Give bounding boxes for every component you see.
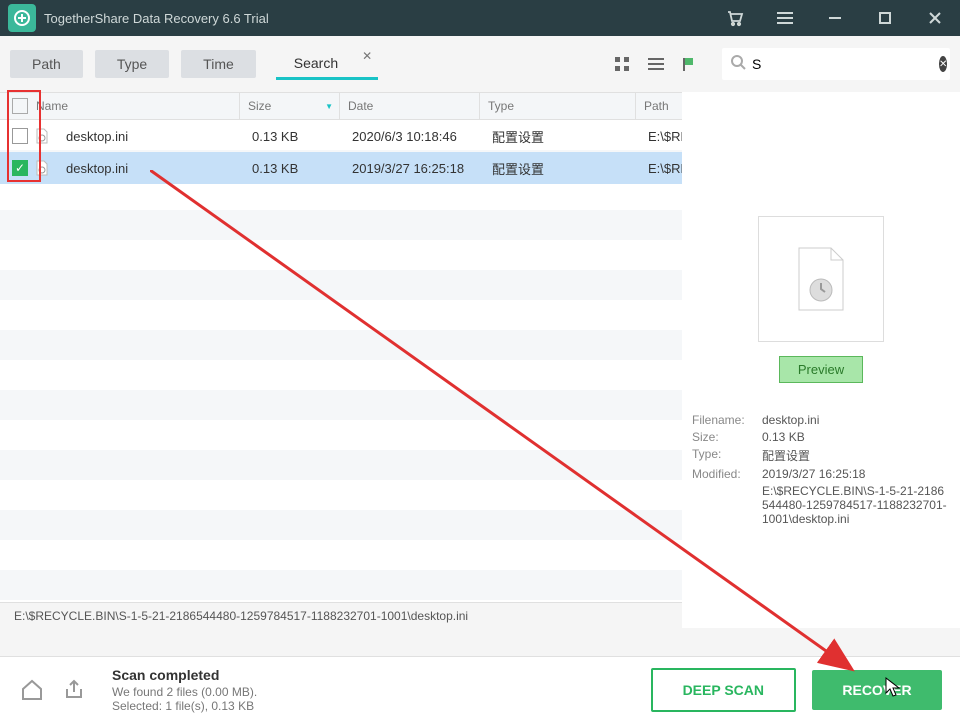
preview-panel: Preview Filename:desktop.ini Size:0.13 K…	[682, 92, 960, 628]
cell-name: desktop.ini	[58, 161, 244, 176]
col-header-type[interactable]: Type	[480, 93, 636, 119]
flag-view-icon[interactable]	[680, 54, 700, 74]
status-line: Selected: 1 file(s), 0.13 KB	[112, 699, 257, 713]
list-view-icon[interactable]	[646, 54, 666, 74]
cart-icon[interactable]	[710, 0, 760, 36]
minimize-icon[interactable]	[810, 0, 860, 36]
close-icon[interactable]	[910, 0, 960, 36]
app-logo	[8, 4, 36, 32]
col-header-name[interactable]: Name	[0, 93, 240, 119]
cell-size: 0.13 KB	[244, 129, 344, 144]
grid-view-icon[interactable]	[612, 54, 632, 74]
status-title: Scan completed	[112, 667, 257, 683]
cell-type: 配置设置	[484, 127, 640, 146]
prop-label: Modified:	[692, 467, 762, 481]
col-header-path[interactable]: Path	[636, 93, 682, 119]
table-row[interactable]: ✓ desktop.ini 0.13 KB 2019/3/27 16:25:18…	[0, 152, 682, 184]
prop-value: desktop.ini	[762, 413, 950, 427]
row-checkbox[interactable]	[12, 128, 28, 144]
row-checkbox[interactable]: ✓	[12, 160, 28, 176]
search-icon	[730, 54, 746, 75]
file-list-panel: Name Size Date Type Path desktop.ini 0.1…	[0, 92, 682, 628]
table-row[interactable]: desktop.ini 0.13 KB 2020/6/3 10:18:46 配置…	[0, 120, 682, 152]
preview-button[interactable]: Preview	[779, 356, 863, 383]
cell-date: 2019/3/27 16:25:18	[344, 161, 484, 176]
app-title: TogetherShare Data Recovery 6.6 Trial	[44, 11, 269, 26]
prop-label: Type:	[692, 447, 762, 464]
tab-time[interactable]: Time	[181, 50, 256, 78]
tab-type[interactable]: Type	[95, 50, 169, 78]
file-icon	[34, 128, 50, 144]
prop-value: 配置设置	[762, 447, 950, 464]
search-box: ✕	[722, 48, 950, 80]
home-icon[interactable]	[18, 676, 46, 704]
titlebar: TogetherShare Data Recovery 6.6 Trial	[0, 0, 960, 36]
preview-thumbnail	[758, 216, 884, 342]
col-header-size[interactable]: Size	[240, 93, 340, 119]
clear-search-icon[interactable]: ✕	[939, 56, 947, 72]
table-body: desktop.ini 0.13 KB 2020/6/3 10:18:46 配置…	[0, 120, 682, 602]
breadcrumb: E:\$RECYCLE.BIN\S-1-5-21-2186544480-1259…	[0, 602, 682, 628]
file-properties: Filename:desktop.ini Size:0.13 KB Type:配…	[692, 413, 950, 526]
table-header: Name Size Date Type Path	[0, 92, 682, 120]
footer: Scan completed We found 2 files (0.00 MB…	[0, 656, 960, 722]
tab-path[interactable]: Path	[10, 50, 83, 78]
toolbar: Path Type Time Search ✕ ✕	[0, 36, 960, 92]
deep-scan-button[interactable]: DEEP SCAN	[651, 668, 796, 712]
status-block: Scan completed We found 2 files (0.00 MB…	[112, 667, 257, 713]
export-icon[interactable]	[60, 676, 88, 704]
prop-value: 2019/3/27 16:25:18	[762, 467, 950, 481]
close-tab-icon[interactable]: ✕	[362, 49, 372, 63]
file-icon	[34, 160, 50, 176]
cell-date: 2020/6/3 10:18:46	[344, 129, 484, 144]
tab-search-label: Search	[294, 55, 338, 71]
status-line: We found 2 files (0.00 MB).	[112, 685, 257, 699]
prop-value: E:\$RECYCLE.BIN\S-1-5-21-2186544480-1259…	[762, 484, 950, 526]
prop-label: Filename:	[692, 413, 762, 427]
tab-search[interactable]: Search ✕	[276, 49, 378, 80]
col-header-date[interactable]: Date	[340, 93, 480, 119]
cell-path: E:\$RE	[640, 161, 682, 176]
cell-size: 0.13 KB	[244, 161, 344, 176]
menu-icon[interactable]	[760, 0, 810, 36]
cell-name: desktop.ini	[58, 129, 244, 144]
recover-button[interactable]: RECOVER	[812, 670, 942, 710]
select-all-checkbox[interactable]	[12, 98, 28, 114]
cell-type: 配置设置	[484, 159, 640, 178]
search-input[interactable]	[746, 56, 939, 72]
prop-label: Size:	[692, 430, 762, 444]
cell-path: E:\$RE	[640, 129, 682, 144]
maximize-icon[interactable]	[860, 0, 910, 36]
prop-value: 0.13 KB	[762, 430, 950, 444]
